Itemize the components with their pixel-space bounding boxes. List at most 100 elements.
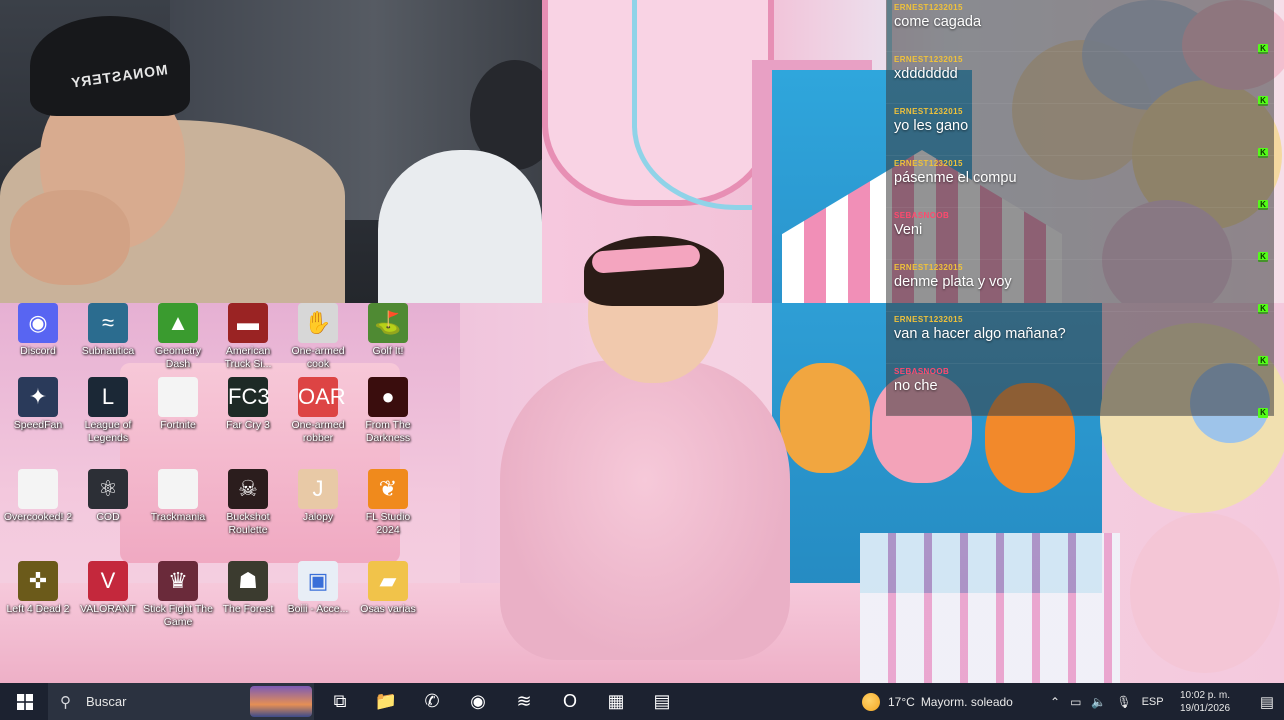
desktop-icon-label: Far Cry 3 [226, 419, 270, 431]
bunny-figure [780, 363, 870, 473]
desktop-icon[interactable]: OAR One-armed robber [283, 377, 353, 445]
whatsapp-icon[interactable]: ✆ [414, 683, 450, 720]
desktop-icon[interactable]: ▬ American Truck Si... [213, 303, 283, 371]
desktop-icon[interactable]: ▰ Osas varias [353, 561, 423, 616]
chat-message: ERNEST1232015 xddddddd K [886, 52, 1274, 106]
the-forest-icon: ☗ [228, 561, 268, 601]
desktop-icon[interactable]: Fortnite [143, 377, 213, 432]
desktop-icon[interactable]: V VALORANT [73, 561, 143, 616]
webcam-person-b [378, 150, 542, 303]
app-icon[interactable]: ▤ [644, 683, 680, 720]
left-4-dead-2-icon: ✜ [18, 561, 58, 601]
chat-message: SEBASNOOB Veni K [886, 208, 1274, 262]
valorant-icon: V [88, 561, 128, 601]
notifications-button[interactable]: ▤ [1260, 683, 1274, 720]
water-bottles [860, 533, 1120, 683]
desktop-icon[interactable]: J Jalopy [283, 469, 353, 524]
start-button[interactable] [6, 683, 44, 720]
desktop-icon[interactable]: ⛳ Golf It! [353, 303, 423, 358]
spotify-icon[interactable]: ≋ [506, 683, 542, 720]
taskbar-clock[interactable]: 10:02 p. m. 19/01/2026 [1170, 683, 1240, 720]
taskbar: ⚲ Buscar ⧉ 📁 ✆ ◉ ≋ O ▦ ▤ 17°C Mayorm. soleado ⌃… [0, 683, 1284, 720]
search-placeholder: Buscar [86, 694, 127, 709]
chat-message: ERNEST1232015 denme plata y voy K [886, 260, 1274, 314]
desktop-icon[interactable]: ♛ Stick Fight The Game [143, 561, 213, 629]
desktop-icon[interactable]: ✦ SpeedFan [3, 377, 73, 432]
desktop-icon[interactable]: ☗ The Forest [213, 561, 283, 616]
atom-icon: ⚛ [88, 469, 128, 509]
desktop-icon[interactable]: L League of Legends [73, 377, 143, 445]
chat-username: SEBASNOOB [894, 211, 950, 220]
desktop-icon[interactable]: FC3 Far Cry 3 [213, 377, 283, 432]
fl-studio-icon: ❦ [368, 469, 408, 509]
desktop-icon-label: SpeedFan [13, 419, 63, 431]
desktop-icon[interactable]: ◉ Discord [3, 303, 73, 358]
desktop-icon[interactable]: ▲ Geometry Dash [143, 303, 213, 371]
one-armed-cook-icon: ✋ [298, 303, 338, 343]
task-view-icon[interactable]: ⧉ [322, 683, 358, 720]
kick-app-icon[interactable]: ▦ [598, 683, 634, 720]
windows-logo-icon [17, 693, 33, 710]
desktop-icon-label: COD [96, 511, 120, 523]
network-icon[interactable]: ▭ [1070, 695, 1081, 709]
chat-text: Veni [894, 222, 923, 238]
trackmania-file-icon [158, 469, 198, 509]
desktop-icon-label: Left 4 Dead 2 [6, 603, 70, 615]
chat-text: yo les gano [894, 118, 969, 134]
chat-text: xddddddd [894, 66, 958, 82]
chat-text: van a hacer algo mañana? [894, 326, 1066, 342]
desktop-icon[interactable]: ● From The Darkness [353, 377, 423, 445]
weather-sun-icon [862, 692, 880, 711]
chat-username: ERNEST1232015 [894, 3, 963, 12]
desktop-icon-label: Subnautica [81, 345, 135, 357]
speedfan-icon: ✦ [18, 377, 58, 417]
stick-fight-icon: ♛ [158, 561, 198, 601]
desktop-icon-grid: ◉ Discord ≈ Subnautica ▲ Geometry Dash ▬ Americ… [0, 303, 430, 643]
search-icon: ⚲ [60, 694, 71, 711]
weather-widget[interactable]: 17°C Mayorm. soleado [862, 683, 1013, 720]
volume-icon[interactable]: 🔈 [1091, 695, 1106, 709]
chat-text: denme plata y voy [894, 274, 1012, 290]
desktop-icon[interactable]: ✋ One-armed cook [283, 303, 353, 371]
chat-overlay: ERNEST1232015 come cagada K ERNEST1232015 xd… [886, 0, 1274, 418]
input-language[interactable]: ESP [1142, 696, 1164, 708]
desktop-icon[interactable]: Overcooked! 2 [3, 469, 73, 524]
boiii-shortcut-icon: ▣ [298, 561, 338, 601]
chat-message: ERNEST1232015 pásenme el compu K [886, 156, 1274, 210]
webcam-person-a-hand [10, 190, 130, 285]
clock-time: 10:02 p. m. [1179, 689, 1231, 701]
microphone-icon[interactable]: 🎙 [1116, 695, 1131, 709]
webcam-feed: MONASTERY [0, 0, 542, 303]
chat-username: ERNEST1232015 [894, 107, 963, 116]
fortnite-file-icon [158, 377, 198, 417]
desktop-icon[interactable]: ☠ Buckshot Roulette [213, 469, 283, 537]
chat-text: no che [894, 378, 938, 394]
far-cry-3-icon: FC3 [228, 377, 270, 417]
desktop-icon[interactable]: ⚛ COD [73, 469, 143, 524]
american-truck-icon: ▬ [228, 303, 268, 343]
subnautica-icon: ≈ [88, 303, 128, 343]
discord-icon: ◉ [18, 303, 58, 343]
balloon [1130, 513, 1280, 673]
chat-username: ERNEST1232015 [894, 159, 963, 168]
discord-taskbar-icon[interactable]: ◉ [460, 683, 496, 720]
desktop-icon[interactable]: ✜ Left 4 Dead 2 [3, 561, 73, 616]
desktop-icon[interactable]: ▣ Boiii - Acce... [283, 561, 353, 616]
one-armed-robber-icon: OAR [298, 377, 346, 417]
opera-icon[interactable]: O [552, 683, 588, 720]
desktop-icon[interactable]: ≈ Subnautica [73, 303, 143, 358]
kick-badge-icon: K [1258, 408, 1268, 418]
taskbar-search-box[interactable]: ⚲ Buscar [48, 683, 314, 720]
show-hidden-icons-icon[interactable]: ⌃ [1050, 695, 1060, 709]
weather-temp: 17°C [888, 694, 915, 709]
desktop-icon-label: One-armed robber [291, 419, 345, 444]
buckshot-roulette-icon: ☠ [228, 469, 268, 509]
child-dress [500, 360, 790, 660]
chat-username: ERNEST1232015 [894, 315, 963, 324]
desktop-icon[interactable]: Trackmania [143, 469, 213, 524]
file-explorer-icon[interactable]: 📁 [368, 683, 404, 720]
desktop-icon-label: Fortnite [160, 419, 196, 431]
desktop-icon[interactable]: ❦ FL Studio 2024 [353, 469, 423, 537]
desktop-icon-label: FL Studio 2024 [365, 511, 411, 536]
chat-text: pásenme el compu [894, 170, 1017, 186]
